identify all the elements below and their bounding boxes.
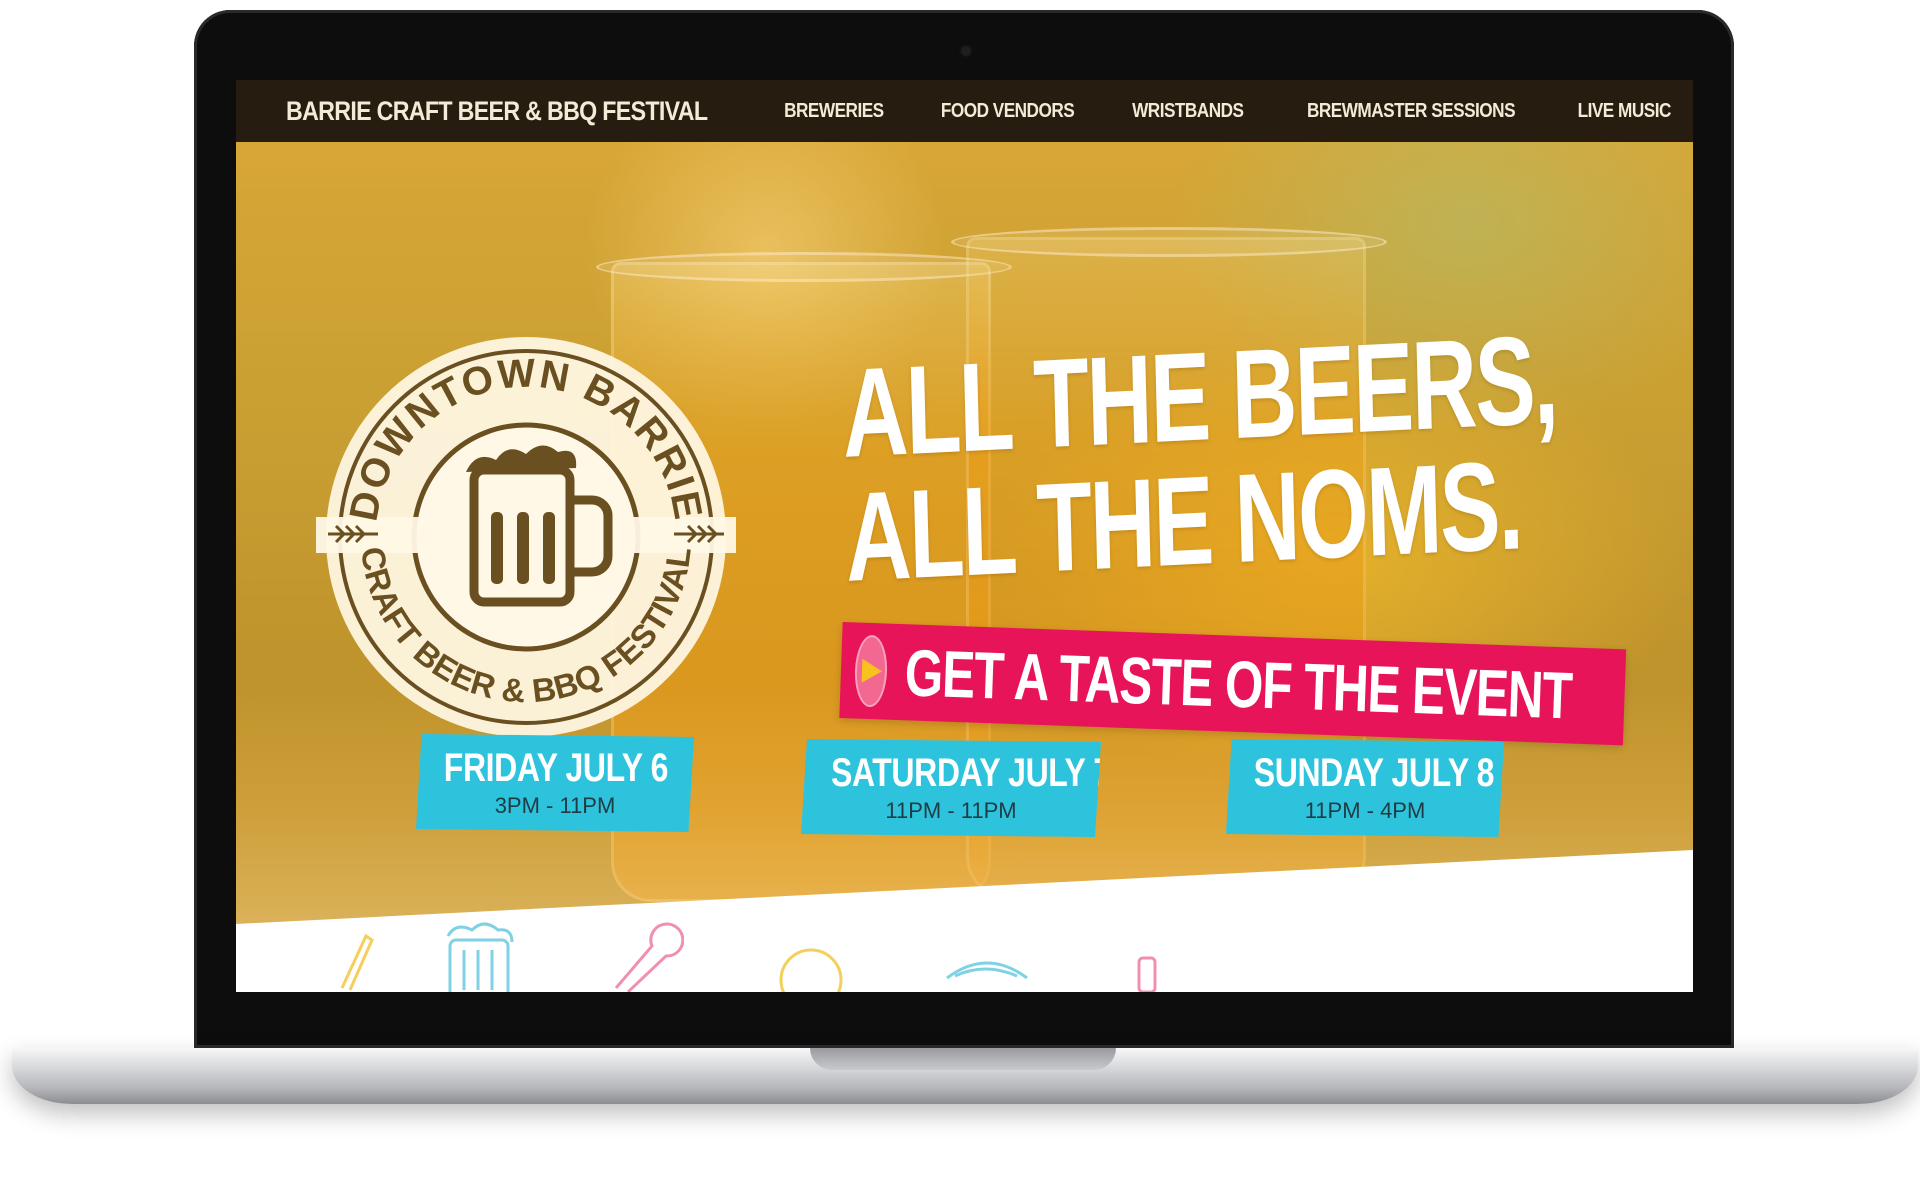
nav-item-brewmaster-sessions[interactable]: BREWMASTER SESSIONS [1307,100,1516,123]
laptop-notch [810,1048,1116,1070]
nav-item-live-music[interactable]: LIVE MUSIC [1578,100,1672,123]
nav-item-breweries[interactable]: BREWERIES [784,100,884,123]
hero-headline: ALL THE BEERS, ALL THE NOMS. [841,308,1561,608]
site-title[interactable]: BARRIE CRAFT BEER & BBQ FESTIVAL [286,96,708,127]
play-icon[interactable] [853,634,889,708]
bottle-opener-icon [614,922,684,992]
hotdog-icon [946,961,1028,980]
date-card-saturday: SATURDAY JULY 7 11PM - 11PM [801,739,1101,837]
date-day: SATURDAY JULY 7 [831,751,1111,795]
date-time: 3PM - 11PM [494,793,616,818]
festival-logo-stamp: DOWNTOWN BARRIE CRAFT BEER & BBQ FESTIVA… [316,337,736,737]
top-navbar: BARRIE CRAFT BEER & BBQ FESTIVAL BREWERI… [236,80,1693,142]
nav-item-food-vendors[interactable]: FOOD VENDORS [940,100,1074,123]
website-screen: DOWNTOWN BARRIE CRAFT BEER & BBQ FESTIVA… [236,80,1693,992]
beer-cup-rim [951,227,1387,257]
date-day: SUNDAY JULY 8 [1253,751,1495,795]
headline-line-2: ALL THE NOMS. [843,434,1523,608]
knife-icon [340,933,374,991]
balloon-icon [779,948,843,992]
nav-menu: BREWERIES FOOD VENDORS WRISTBANDS BREWMA… [776,100,1679,123]
nav-item-wristbands[interactable]: WRISTBANDS [1132,100,1244,123]
camera-icon [961,46,971,56]
date-time: 11PM - 4PM [1304,798,1426,823]
date-card-friday: FRIDAY JULY 6 3PM - 11PM [416,734,694,832]
date-card-sunday: SUNDAY JULY 8 11PM - 4PM [1226,739,1504,837]
beer-mug-icon [446,922,514,992]
sauce-bottle-icon [1137,956,1157,992]
date-day: FRIDAY JULY 6 [443,746,669,790]
cta-label: GET A TASTE OF THE EVENT [903,635,1573,733]
beer-cup-rim [596,252,1012,282]
date-time: 11PM - 11PM [885,798,1017,823]
